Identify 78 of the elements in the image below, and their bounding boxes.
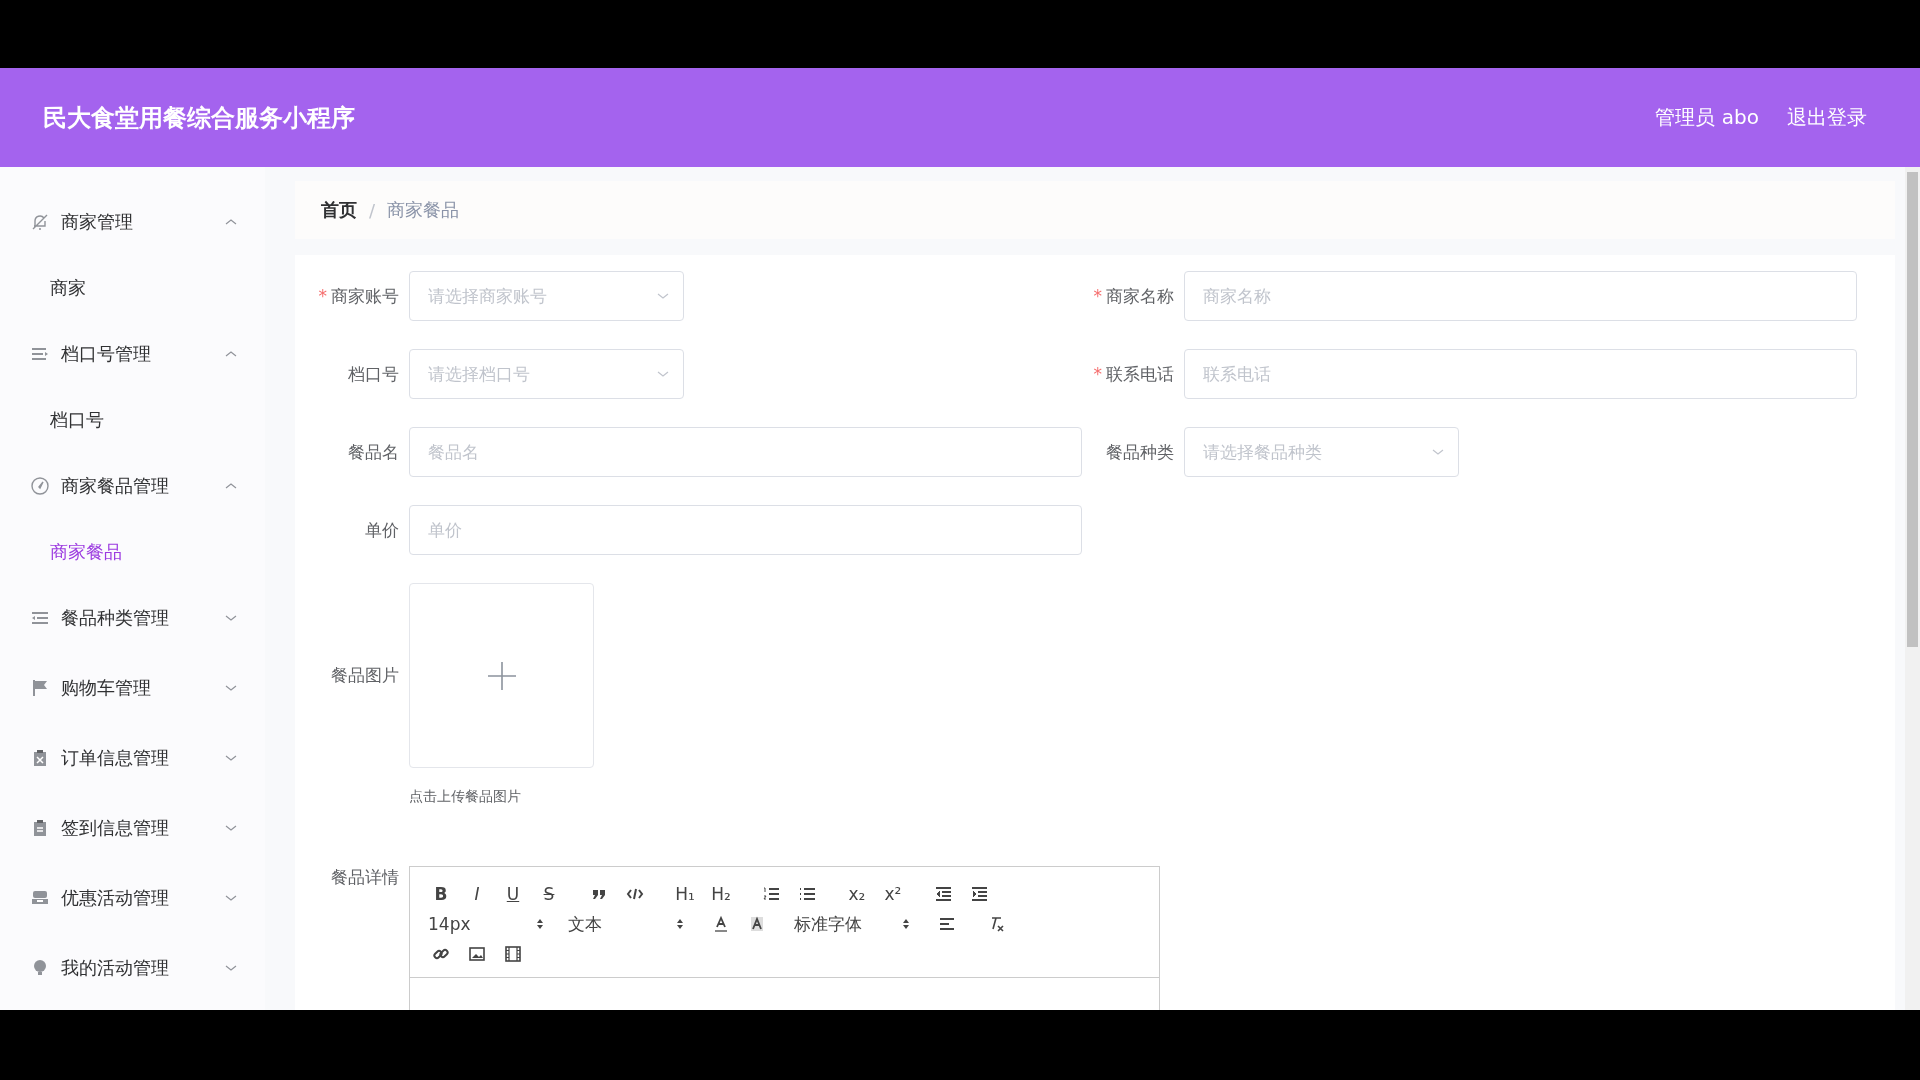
- placeholder: 请选择商家账号: [428, 284, 547, 308]
- plus-icon: [486, 660, 517, 691]
- placeholder: 请选择餐品种类: [1203, 440, 1322, 464]
- required-mark: *: [1093, 364, 1102, 384]
- toolbar-select[interactable]: 文本: [568, 912, 684, 936]
- updown-arrows-icon: [902, 918, 910, 930]
- menu-group-label: 签到信息管理: [61, 816, 170, 840]
- chevron-icon: [657, 292, 669, 300]
- breadcrumb-separator: /: [369, 199, 376, 221]
- menu-group-label: 优惠活动管理: [61, 886, 170, 910]
- user-link[interactable]: 管理员 abo: [1655, 104, 1759, 131]
- field-label: 单价: [365, 518, 399, 542]
- film-icon: [504, 945, 522, 963]
- breadcrumb-link[interactable]: 首页: [321, 198, 357, 222]
- field-label: 商家名称: [1106, 284, 1174, 308]
- chevron-icon: [1432, 448, 1444, 456]
- outdent-icon: [934, 885, 952, 903]
- required-mark: *: [318, 286, 327, 306]
- sidebar-item[interactable]: 商家: [0, 257, 265, 319]
- menu-group-label: 商家餐品管理: [61, 474, 170, 498]
- scroll-thumb[interactable]: [1907, 172, 1918, 647]
- format-button[interactable]: B: [428, 882, 454, 906]
- chevron-icon: [657, 370, 669, 378]
- align-left-icon: [938, 915, 956, 933]
- field-label: 档口号: [348, 362, 399, 386]
- field-label: 餐品名: [348, 440, 399, 464]
- format-button[interactable]: I: [464, 882, 490, 906]
- field-label: 商家账号: [331, 284, 399, 308]
- toolbar-select[interactable]: 标准字体: [794, 912, 910, 936]
- sidebar-group[interactable]: 商家管理: [0, 187, 265, 257]
- sidebar-item[interactable]: 档口号: [0, 389, 265, 451]
- updown-arrows-icon: [536, 918, 544, 930]
- logout-link[interactable]: 退出登录: [1787, 104, 1867, 131]
- format-button[interactable]: H₂: [708, 882, 734, 906]
- sidebar-item[interactable]: 商家餐品: [0, 521, 265, 583]
- required-mark: *: [1093, 286, 1102, 306]
- menu-group-label: 商家管理: [61, 210, 134, 234]
- sidebar-group[interactable]: 订单信息管理: [0, 723, 265, 793]
- scrollbar[interactable]: [1905, 167, 1920, 1010]
- format-button[interactable]: H₁: [672, 882, 698, 906]
- format-button[interactable]: x₂: [844, 882, 870, 906]
- menu-group-label: 购物车管理: [61, 676, 152, 700]
- input-field[interactable]: 餐品名: [409, 427, 1082, 477]
- highlight-icon: [748, 915, 766, 933]
- placeholder: 请选择档口号: [428, 362, 530, 386]
- menu-group-label: 档口号管理: [61, 342, 152, 366]
- field-label: 餐品种类: [1106, 440, 1174, 464]
- input-field[interactable]: 商家名称: [1184, 271, 1857, 321]
- sidebar-group[interactable]: 商家餐品管理: [0, 451, 265, 521]
- ordered-list-icon: [762, 885, 780, 903]
- menu-group-label: 我的活动管理: [61, 956, 170, 980]
- toolbar-select[interactable]: 14px: [428, 914, 544, 934]
- image-icon: [468, 945, 486, 963]
- field-label: 餐品图片: [331, 664, 399, 687]
- input-field[interactable]: 单价: [409, 505, 1082, 555]
- sidebar-group[interactable]: 优惠活动管理: [0, 863, 265, 933]
- format-button[interactable]: U: [500, 882, 526, 906]
- bullet-list-icon: [798, 885, 816, 903]
- sidebar-group[interactable]: 餐品种类管理: [0, 583, 265, 653]
- sidebar-group[interactable]: 购物车管理: [0, 653, 265, 723]
- sidebar-group[interactable]: 档口号管理: [0, 319, 265, 389]
- indent-icon: [970, 885, 988, 903]
- menu-group-label: 餐品种类管理: [61, 606, 170, 630]
- sidebar-group[interactable]: 我的活动管理: [0, 933, 265, 1003]
- text-color-icon: [712, 915, 730, 933]
- format-button[interactable]: x²: [880, 882, 906, 906]
- upload-hint: 点击上传餐品图片: [409, 788, 522, 806]
- menu-group-label: 订单信息管理: [61, 746, 170, 770]
- field-label: 联系电话: [1106, 362, 1174, 386]
- format-button[interactable]: S: [536, 882, 562, 906]
- app-title: 民大食堂用餐综合服务小程序: [43, 102, 355, 134]
- flag-icon: [30, 678, 50, 698]
- updown-arrows-icon: [676, 918, 684, 930]
- bell-off-icon: [30, 212, 50, 232]
- sidebar-group[interactable]: 签到信息管理: [0, 793, 265, 863]
- compass-icon: [30, 476, 50, 496]
- field-label: 餐品详情: [331, 866, 399, 889]
- input-field[interactable]: 联系电话: [1184, 349, 1857, 399]
